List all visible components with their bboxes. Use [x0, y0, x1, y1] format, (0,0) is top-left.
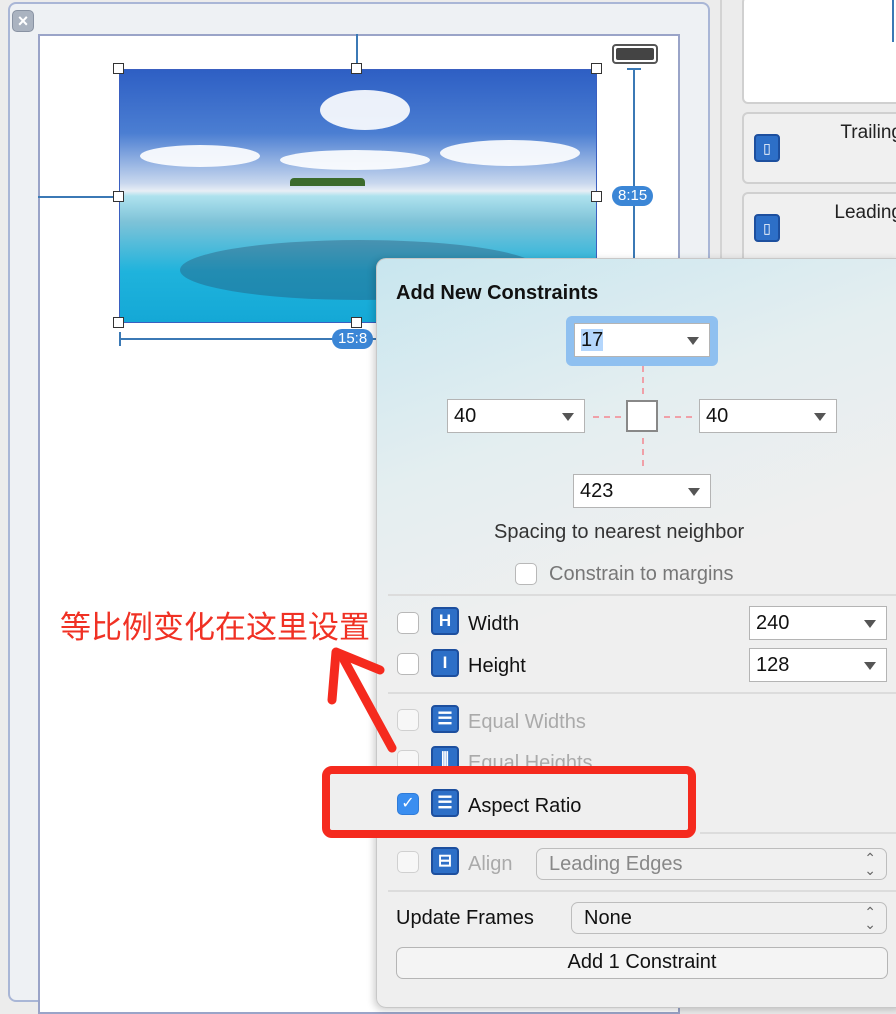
width-value-combo[interactable]: 240: [749, 606, 887, 640]
height-constraint-line: [633, 68, 635, 268]
divider: [388, 692, 896, 694]
top-spacing-combo[interactable]: 17: [574, 323, 710, 357]
align-label: Align: [468, 853, 513, 875]
constraint-target-box: [626, 400, 658, 432]
add-constraint-button[interactable]: Add 1 Constraint: [396, 947, 888, 979]
annotation-highlight-box: [322, 766, 696, 838]
leading-strut[interactable]: [593, 416, 621, 418]
resize-handle[interactable]: [113, 191, 124, 202]
align-checkbox[interactable]: [397, 851, 419, 873]
update-frames-label: Update Frames: [396, 907, 534, 929]
constrain-to-margins-checkbox[interactable]: [515, 563, 537, 585]
leading-icon: ▯: [754, 214, 780, 242]
height-value-combo[interactable]: 128: [749, 648, 887, 682]
library-preview: [742, 0, 896, 104]
bottom-strut[interactable]: [642, 438, 644, 466]
top-strut[interactable]: [642, 366, 644, 394]
height-constraint-icon: I: [431, 649, 459, 677]
update-frames-popup[interactable]: None ⌃ ⌄: [571, 902, 887, 934]
bottom-spacing-combo[interactable]: 423: [573, 474, 711, 508]
width-checkbox[interactable]: [397, 612, 419, 634]
divider: [388, 890, 896, 892]
resize-handle[interactable]: [113, 63, 124, 74]
align-icon: ⊟: [431, 847, 459, 875]
divider: [700, 832, 896, 834]
resize-handle[interactable]: [591, 63, 602, 74]
close-icon[interactable]: ×: [12, 10, 34, 32]
aspect-ratio-badge[interactable]: 8:15: [612, 186, 654, 206]
width-constraint-cap: [119, 332, 121, 346]
trailing-spacing-combo[interactable]: 40: [699, 399, 837, 433]
battery-icon: [612, 44, 658, 64]
align-popup[interactable]: Leading Edges ⌃ ⌄: [536, 848, 887, 880]
leading-constraint-line: [38, 196, 119, 198]
aspect-ratio-badge[interactable]: 15:8: [332, 329, 374, 349]
leading-spacing-combo[interactable]: 40: [447, 399, 585, 433]
equal-widths-icon: ☰: [431, 705, 459, 733]
library-item-trailing[interactable]: ▯ Trailing: [742, 112, 896, 184]
resize-handle[interactable]: [113, 317, 124, 328]
resize-handle[interactable]: [591, 191, 602, 202]
spacing-caption: Spacing to nearest neighbor: [494, 521, 745, 543]
resize-handle[interactable]: [351, 317, 362, 328]
height-label: Height: [468, 655, 526, 677]
divider: [388, 594, 896, 596]
popover-title: Add New Constraints: [396, 282, 599, 304]
resize-handle[interactable]: [351, 63, 362, 74]
width-label: Width: [468, 613, 520, 635]
trailing-icon: ▯: [754, 134, 780, 162]
trailing-strut[interactable]: [664, 416, 692, 418]
constrain-to-margins-label: Constrain to margins: [549, 563, 734, 585]
height-constraint-cap: [627, 68, 641, 70]
equal-widths-label: Equal Widths: [468, 711, 586, 733]
library-item-leading[interactable]: ▯ Leading: [742, 192, 896, 264]
width-constraint-icon: H: [431, 607, 459, 635]
annotation-arrow: [327, 647, 397, 753]
